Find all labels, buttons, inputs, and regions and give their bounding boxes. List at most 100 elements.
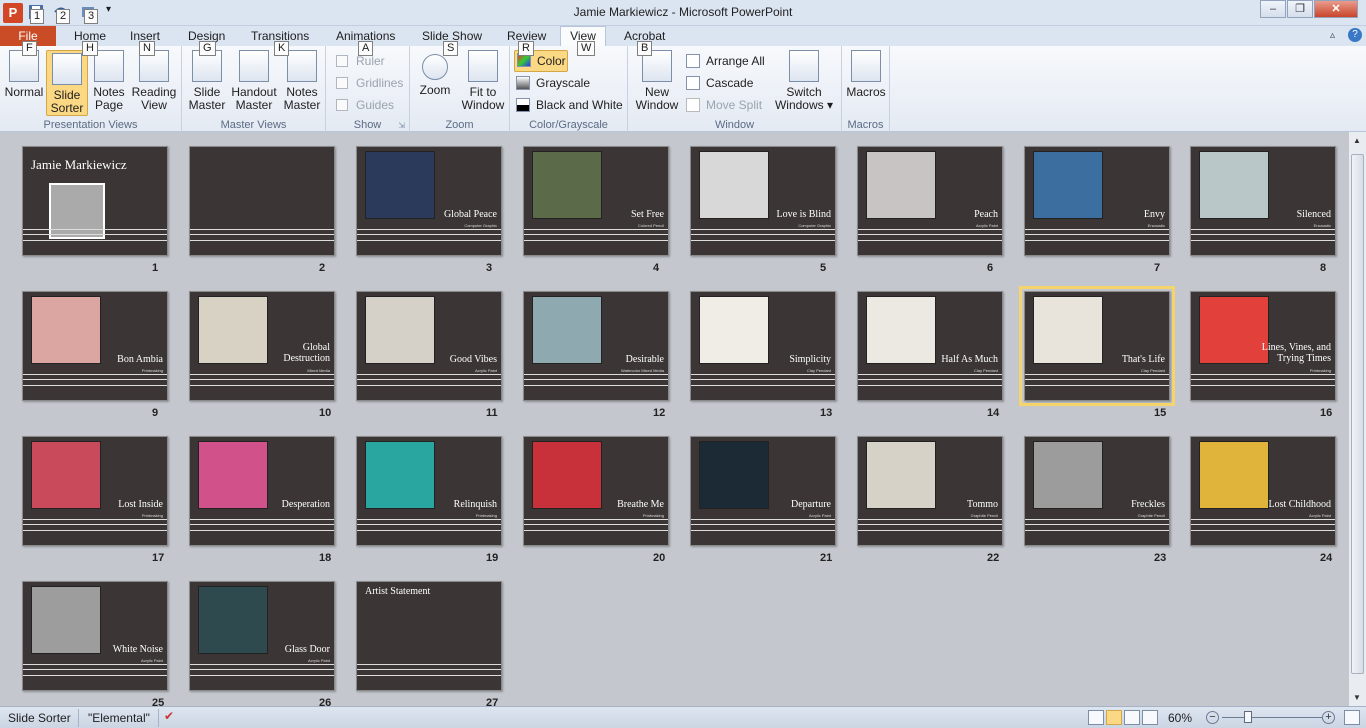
slide-thumbnail[interactable]: Breathe Me Printmaking [523, 436, 669, 546]
slide-thumbnail[interactable]: Envy Encaustic [1024, 146, 1170, 256]
slide-thumbnail[interactable]: Love is Blind Computer Graphic [690, 146, 836, 256]
slide-subtitle: Acrylic Paint [474, 368, 497, 373]
window-title: Jamie Markiewicz - Microsoft PowerPoint [573, 5, 793, 19]
slide-title: Good Vibes [449, 354, 497, 365]
slide-thumbnail[interactable]: Desirable Watercolor Mixed Media [523, 291, 669, 401]
slide-thumbnail[interactable]: Tommo Graphite Pencil [857, 436, 1003, 546]
reading-view-label: Reading View [131, 85, 177, 112]
group-macros: Macros Macros [842, 46, 890, 132]
close-button[interactable]: ✕ [1314, 0, 1358, 18]
reading-view-icon[interactable] [1124, 710, 1140, 725]
slide-thumbnail[interactable]: Simplicity Clay Pendant [690, 291, 836, 401]
restore-button[interactable]: ❐ [1287, 0, 1313, 18]
slide-thumbnail[interactable]: Desperation [189, 436, 335, 546]
slide-title: Envy [1143, 209, 1165, 220]
reading-view-button[interactable]: Reading View [130, 50, 178, 112]
slide-thumbnail[interactable]: Lost Childhood Acrylic Paint [1190, 436, 1336, 546]
gridlines-checkbox[interactable]: Gridlines [334, 74, 403, 92]
slide-sorter-view-icon[interactable] [1106, 710, 1122, 725]
zoom-button[interactable]: Zoom [416, 50, 454, 97]
group-label: Zoom [445, 119, 474, 131]
slide-thumbnail[interactable]: Half As Much Clay Pendant [857, 291, 1003, 401]
slide-stripe-decoration [23, 374, 167, 386]
vertical-scrollbar[interactable]: ▲ ▼ [1348, 132, 1366, 706]
slide-thumbnail[interactable]: White Noise Acrylic Paint [22, 581, 168, 691]
slide-number: 13 [820, 407, 833, 419]
zoom-out-icon[interactable]: − [1206, 711, 1219, 724]
slide-thumbnail[interactable]: Peach Acrylic Paint [857, 146, 1003, 256]
keytip-animations: A [358, 41, 374, 56]
slide-stripe-decoration [1191, 519, 1335, 531]
notes-page-button[interactable]: Notes Page [90, 50, 128, 112]
cascade-button[interactable]: Cascade [684, 74, 753, 92]
slide-thumbnail[interactable]: Global Destruction Mixed Media [189, 291, 335, 401]
scroll-down-icon[interactable]: ▼ [1353, 693, 1361, 702]
zoom-slider-handle[interactable] [1244, 711, 1252, 723]
macros-button[interactable]: Macros [846, 50, 886, 99]
gridlines-label: Gridlines [356, 76, 404, 90]
minimize-button[interactable]: – [1260, 0, 1286, 18]
slide-number: 20 [653, 552, 666, 564]
ribbon-minimize-icon[interactable]: ▵ [1330, 30, 1335, 41]
slide-artwork-image [532, 441, 602, 509]
slide-thumbnail[interactable]: Freckles Graphite Pencil [1024, 436, 1170, 546]
slide-subtitle: Clay Pendant [973, 368, 998, 373]
slide-artwork-image [532, 151, 602, 219]
black-white-icon [516, 98, 530, 112]
arrange-all-button[interactable]: Arrange All [684, 52, 765, 70]
slide-thumbnail[interactable]: Glass Door Acrylic Paint [189, 581, 335, 691]
normal-view-icon[interactable] [1088, 710, 1104, 725]
slide-master-button[interactable]: Slide Master [186, 50, 228, 112]
slide-title: Tommo [967, 499, 998, 510]
scroll-thumb[interactable] [1351, 154, 1364, 674]
slide-thumbnail[interactable]: Silenced Encaustic [1190, 146, 1336, 256]
keytip-qat-3: 3 [84, 9, 99, 24]
slide-title: Lost Inside [118, 499, 163, 510]
zoom-level[interactable]: 60% [1168, 711, 1192, 725]
slide-thumbnail[interactable]: Relinquish Printmaking [356, 436, 502, 546]
black-and-white-button[interactable]: Black and White [514, 96, 623, 114]
normal-view-button[interactable]: Normal [4, 50, 44, 99]
help-icon[interactable]: ? [1348, 28, 1362, 42]
slide-thumbnail[interactable]: Set Free Colored Pencil [523, 146, 669, 256]
slide-artwork-image [1199, 296, 1269, 364]
dialog-launcher-icon[interactable]: ⇲ [398, 121, 405, 130]
slide-title: Global Destruction [283, 342, 330, 364]
handout-master-button[interactable]: Handout Master [230, 50, 278, 112]
guides-checkbox[interactable]: Guides [334, 96, 394, 114]
switch-windows-button[interactable]: Switch Windows ▾ [774, 50, 834, 112]
slide-number: 1 [152, 262, 159, 274]
slide-show-icon[interactable] [1142, 710, 1158, 725]
zoom-slider[interactable] [1222, 717, 1322, 718]
fit-slide-icon[interactable] [1344, 710, 1360, 725]
slide-thumbnail[interactable]: Global Peace Computer Graphic [356, 146, 502, 256]
slide-thumbnail[interactable]: Bon Ambia Printmaking [22, 291, 168, 401]
slide-thumbnail[interactable]: Lines, Vines, and Trying Times Printmakin… [1190, 291, 1336, 401]
slide-thumbnail[interactable]: Jamie Markiewicz [22, 146, 168, 256]
macros-icon [851, 50, 881, 82]
slide-thumbnail[interactable]: Good Vibes Acrylic Paint [356, 291, 502, 401]
grayscale-button[interactable]: Grayscale [514, 74, 590, 92]
slide-thumbnail[interactable]: Artist Statement [356, 581, 502, 691]
new-window-button[interactable]: New Window [632, 50, 682, 112]
notes-master-button[interactable]: Notes Master [282, 50, 322, 112]
slide-thumbnail[interactable]: Lost Inside Printmaking [22, 436, 168, 546]
scroll-up-icon[interactable]: ▲ [1353, 136, 1361, 145]
slide-title: Breathe Me [617, 499, 664, 510]
slide-number: 18 [319, 552, 332, 564]
group-label: Master Views [220, 119, 287, 131]
slide-stripe-decoration [524, 519, 668, 531]
zoom-in-icon[interactable]: + [1322, 711, 1335, 724]
fit-to-window-button[interactable]: Fit to Window [460, 50, 506, 112]
slide-number: 2 [319, 262, 326, 274]
slide-thumbnail[interactable] [189, 146, 335, 256]
move-split-button[interactable]: Move Split [684, 96, 762, 114]
slide-number: 6 [987, 262, 994, 274]
spell-check-icon[interactable]: ✔ [164, 709, 174, 723]
slide-thumbnail[interactable]: Departure Acrylic Paint [690, 436, 836, 546]
slide-artwork-image [365, 151, 435, 219]
slide-sorter-button[interactable]: Slide Sorter [46, 50, 88, 116]
black-and-white-label: Black and White [536, 98, 623, 112]
slide-thumbnail[interactable]: That's Life Clay Pendant [1019, 286, 1175, 406]
group-color-grayscale: Color Grayscale Black and White Color/Gr… [510, 46, 628, 132]
